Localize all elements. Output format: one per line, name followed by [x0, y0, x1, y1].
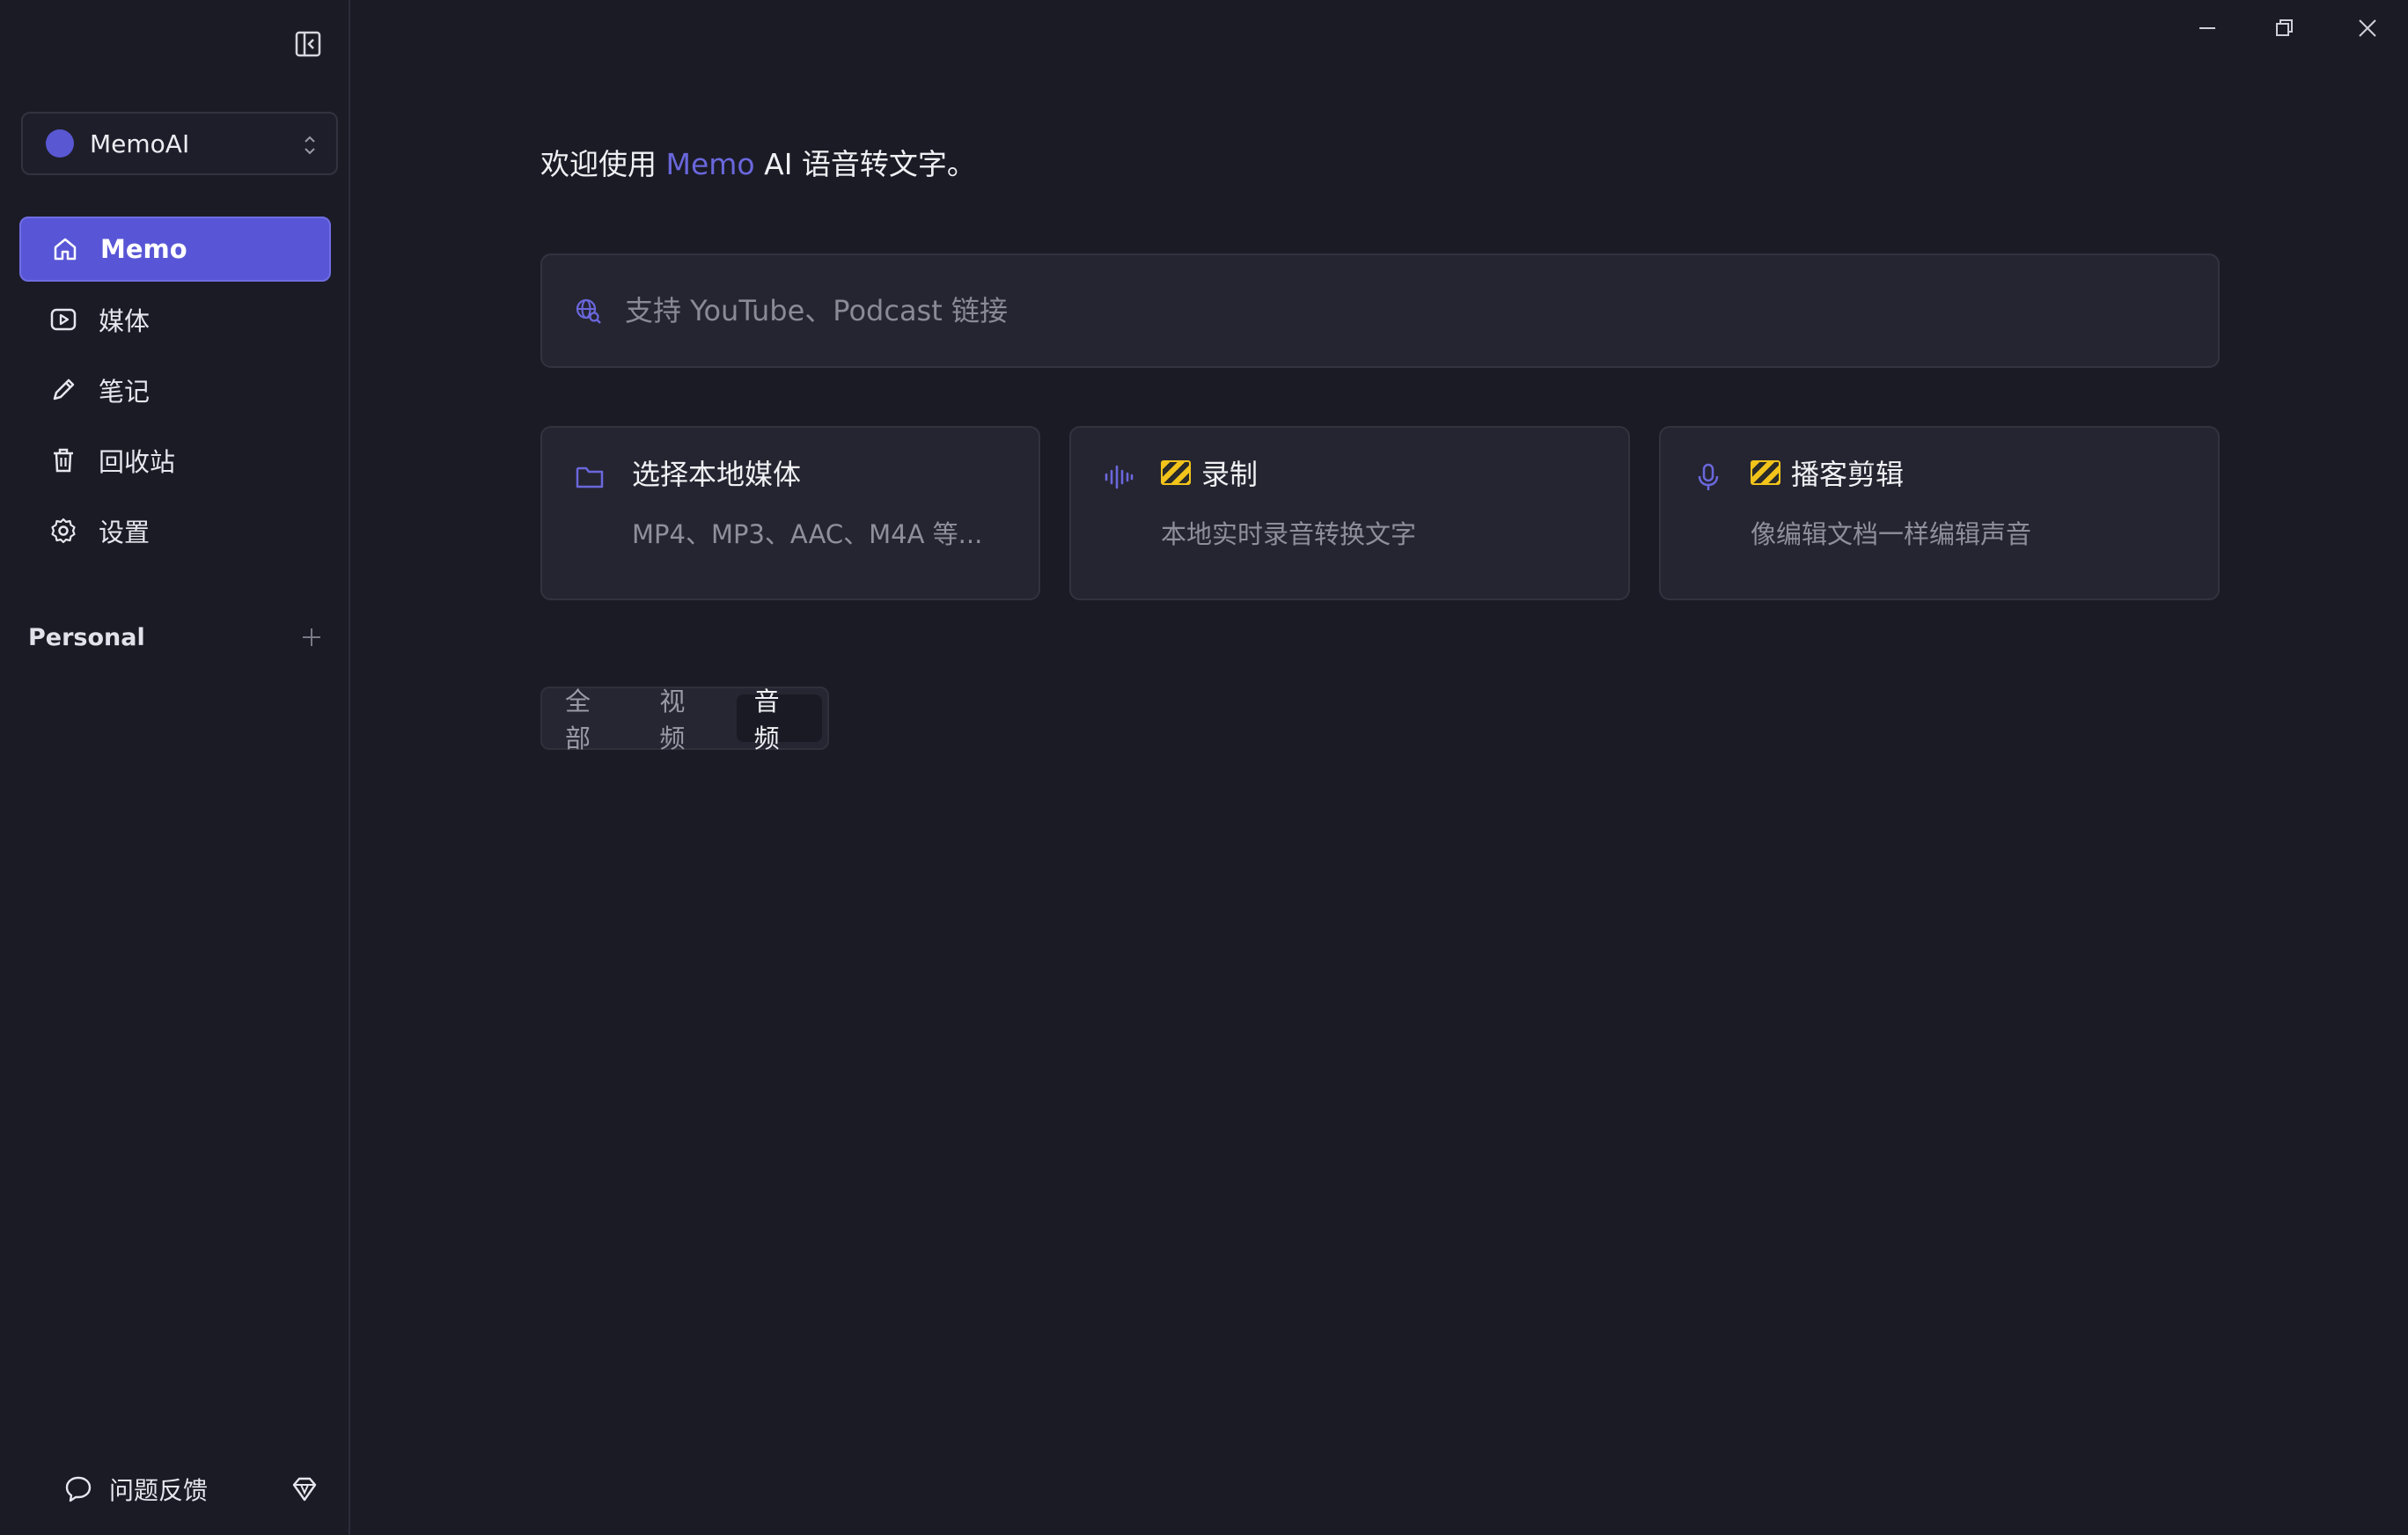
globe-search-icon	[576, 298, 601, 324]
welcome-heading: 欢迎使用 Memo AI 语音转文字。	[540, 141, 976, 183]
play-square-icon	[48, 304, 79, 335]
sidebar-item-trash[interactable]: 回收站	[19, 428, 331, 493]
sidebar-item-label: 媒体	[99, 306, 150, 336]
sidebar-item-label: 回收站	[99, 447, 176, 477]
minimize-icon	[2199, 27, 2215, 29]
construction-barrier-icon	[1751, 460, 1780, 485]
premium-button[interactable]	[287, 1472, 322, 1507]
sidebar-collapse-icon	[295, 31, 321, 57]
chat-bubble-icon	[65, 1476, 92, 1502]
personal-section-header: Personal	[28, 616, 326, 658]
feedback-button[interactable]: 问题反馈	[63, 1468, 208, 1510]
sidebar-item-media[interactable]: 媒体	[19, 287, 331, 352]
workspace-name: MemoAI	[90, 129, 190, 158]
microphone-icon	[1691, 459, 1726, 495]
record-card[interactable]: 录制 本地实时录音转换文字	[1069, 426, 1630, 600]
minimize-button[interactable]	[2181, 11, 2234, 46]
gear-icon	[48, 515, 79, 547]
restore-icon	[2276, 19, 2293, 36]
welcome-brand: Memo	[665, 147, 755, 181]
card-title: 播客剪辑	[1751, 452, 1904, 493]
sidebar-item-label: 设置	[99, 518, 150, 547]
diamond-icon	[292, 1477, 317, 1502]
waveform-icon	[1101, 459, 1136, 495]
sidebar-nav: Memo 媒体 笔记 回收站 设置	[19, 217, 331, 569]
card-subtitle: 像编辑文档一样编辑声音	[1751, 519, 2032, 549]
sidebar-item-label: 笔记	[99, 377, 150, 407]
collapse-sidebar-button[interactable]	[292, 28, 324, 60]
tab-all[interactable]: 全部	[547, 687, 633, 753]
podcast-edit-card[interactable]: 播客剪辑 像编辑文档一样编辑声音	[1659, 426, 2220, 600]
card-title-text: 录制	[1201, 458, 1259, 491]
url-input-container	[540, 253, 2220, 368]
close-icon	[2359, 19, 2376, 37]
card-title-text: 选择本地媒体	[632, 458, 802, 491]
card-subtitle: MP4、MP3、AAC、M4A 等...	[632, 519, 983, 549]
tab-video[interactable]: 视频	[642, 687, 727, 753]
add-folder-button[interactable]	[297, 623, 326, 651]
sidebar-item-notes[interactable]: 笔记	[19, 357, 331, 422]
sidebar-item-settings[interactable]: 设置	[19, 498, 331, 563]
sidebar-item-label: Memo	[100, 234, 187, 264]
card-subtitle: 本地实时录音转换文字	[1161, 519, 1417, 549]
close-window-button[interactable]	[2341, 11, 2394, 46]
media-filter-tabs: 全部 视频 音频	[540, 687, 829, 753]
app-window: MemoAI Memo 媒体 笔记 回收站 设置 Personal 问题反馈 欢…	[0, 0, 2408, 1535]
home-icon	[49, 233, 81, 265]
workspace-switcher[interactable]: MemoAI	[21, 112, 338, 175]
restore-button[interactable]	[2258, 11, 2311, 46]
card-title: 选择本地媒体	[632, 452, 801, 493]
construction-barrier-icon	[1161, 460, 1191, 485]
chevron-up-down-icon	[305, 136, 315, 155]
card-title-text: 播客剪辑	[1791, 458, 1905, 491]
card-title: 录制	[1161, 452, 1258, 493]
workspace-avatar	[46, 129, 74, 158]
pencil-icon	[48, 374, 79, 406]
url-input[interactable]	[625, 294, 2121, 327]
section-title: Personal	[28, 623, 145, 651]
welcome-prefix: 欢迎使用	[540, 147, 666, 181]
sidebar: MemoAI Memo 媒体 笔记 回收站 设置 Personal 问题反馈	[0, 0, 350, 1535]
welcome-suffix: AI 语音转文字。	[754, 147, 976, 181]
folder-icon	[572, 459, 607, 495]
plus-icon	[303, 628, 320, 646]
tab-audio[interactable]: 音频	[736, 687, 822, 753]
trash-icon	[48, 444, 79, 476]
feedback-label: 问题反馈	[109, 1476, 209, 1505]
select-local-media-card[interactable]: 选择本地媒体 MP4、MP3、AAC、M4A 等...	[540, 426, 1040, 600]
sidebar-item-memo[interactable]: Memo	[19, 217, 331, 282]
